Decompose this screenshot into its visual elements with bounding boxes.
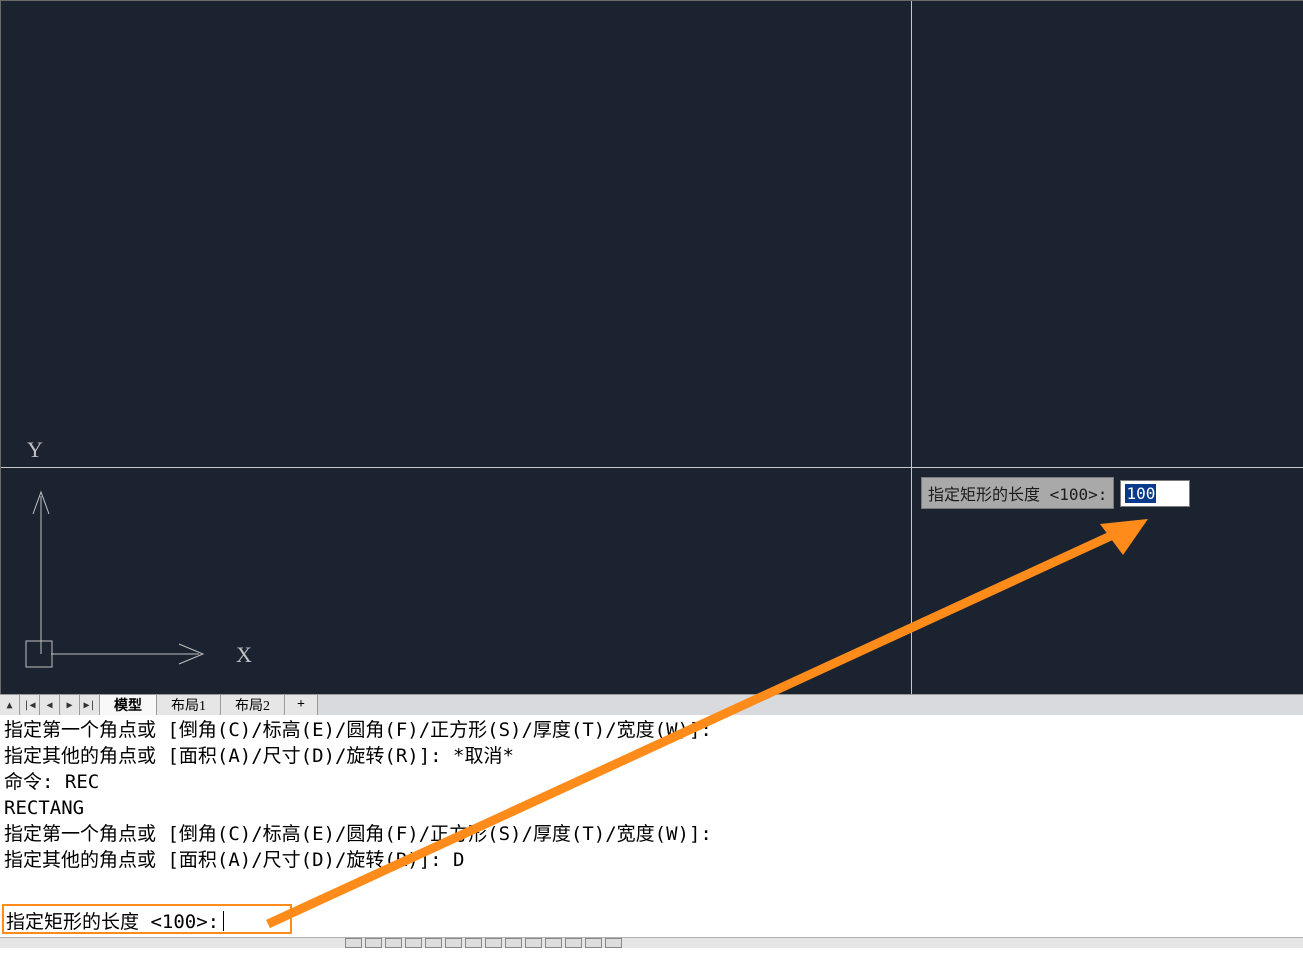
status-icon[interactable] bbox=[365, 938, 382, 948]
status-icon[interactable] bbox=[465, 938, 482, 948]
tab-layout1[interactable]: 布局1 bbox=[157, 695, 221, 715]
tab-nav-next-icon[interactable]: ▶ bbox=[60, 695, 80, 715]
status-icon[interactable] bbox=[345, 938, 362, 948]
status-icon[interactable] bbox=[425, 938, 442, 948]
status-icon[interactable] bbox=[505, 938, 522, 948]
ucs-x-label: X bbox=[236, 642, 252, 667]
tab-nav-last-icon[interactable]: ▶| bbox=[80, 695, 100, 715]
command-prompt-text: 指定矩形的长度 <100>: bbox=[6, 907, 219, 934]
cmd-line: 命令: REC bbox=[4, 771, 99, 793]
cmd-line: 指定第一个角点或 [倒角(C)/标高(E)/圆角(F)/正方形(S)/厚度(T)… bbox=[4, 719, 712, 741]
tab-nav-first-icon[interactable]: |◀ bbox=[20, 695, 40, 715]
command-history: 指定第一个角点或 [倒角(C)/标高(E)/圆角(F)/正方形(S)/厚度(T)… bbox=[0, 715, 1303, 904]
dynamic-input-prompt: 指定矩形的长度 <100>: 100 bbox=[921, 477, 1190, 509]
text-cursor bbox=[223, 911, 224, 931]
status-icon[interactable] bbox=[605, 938, 622, 948]
status-icon[interactable] bbox=[545, 938, 562, 948]
drawing-canvas[interactable]: Y X 指定矩形的长度 <100>: 100 bbox=[0, 0, 1303, 694]
status-bar bbox=[0, 937, 1303, 948]
tab-scroll-up-icon[interactable]: ▲ bbox=[0, 695, 20, 715]
cmd-line: 指定其他的角点或 [面积(A)/尺寸(D)/旋转(R)]: D bbox=[4, 849, 464, 871]
cmd-line: 指定其他的角点或 [面积(A)/尺寸(D)/旋转(R)]: *取消* bbox=[4, 745, 514, 767]
ucs-icon: X bbox=[21, 486, 271, 686]
status-icon[interactable] bbox=[485, 938, 502, 948]
status-icon[interactable] bbox=[525, 938, 542, 948]
cmd-line: 指定第一个角点或 [倒角(C)/标高(E)/圆角(F)/正方形(S)/厚度(T)… bbox=[4, 823, 712, 845]
crosshair-horizontal bbox=[1, 467, 1303, 468]
status-icon[interactable] bbox=[445, 938, 462, 948]
layout-tab-bar: ▲ |◀ ◀ ▶ ▶| 模型 布局1 布局2 + bbox=[0, 694, 1303, 715]
cmd-line: RECTANG bbox=[4, 797, 84, 819]
status-icon[interactable] bbox=[565, 938, 582, 948]
status-icon[interactable] bbox=[585, 938, 602, 948]
tab-layout2[interactable]: 布局2 bbox=[221, 695, 285, 715]
command-input-row[interactable]: 指定矩形的长度 <100>: bbox=[0, 904, 1303, 937]
dynamic-input-label: 指定矩形的长度 <100>: bbox=[921, 477, 1114, 509]
tab-model[interactable]: 模型 bbox=[100, 695, 157, 715]
tab-nav-prev-icon[interactable]: ◀ bbox=[40, 695, 60, 715]
status-toggle-icons bbox=[345, 938, 622, 948]
dynamic-input-field[interactable]: 100 bbox=[1120, 480, 1190, 507]
tab-add[interactable]: + bbox=[285, 695, 318, 715]
status-icon[interactable] bbox=[385, 938, 402, 948]
crosshair-vertical bbox=[911, 1, 912, 694]
status-icon[interactable] bbox=[405, 938, 422, 948]
ucs-y-label: Y bbox=[27, 437, 43, 463]
